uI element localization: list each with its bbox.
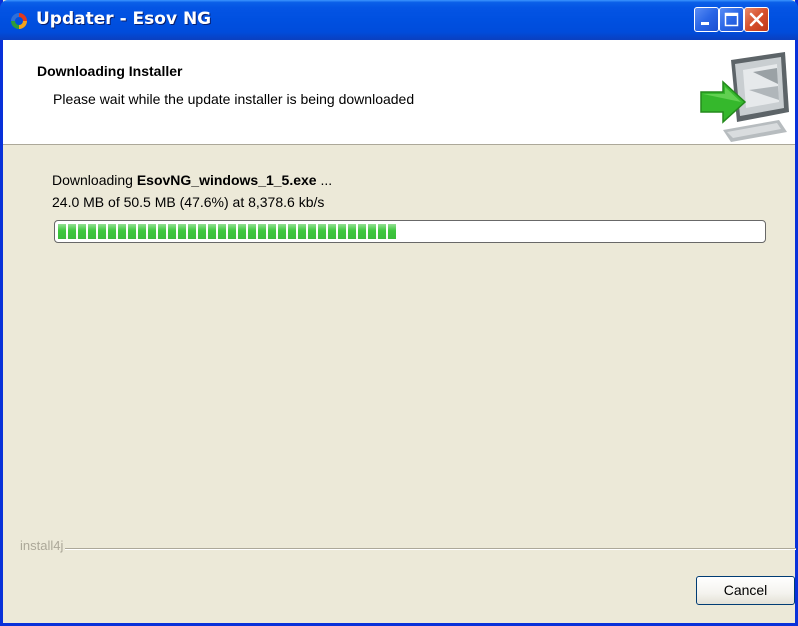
brand-label: install4j bbox=[20, 538, 64, 553]
close-button[interactable] bbox=[744, 7, 769, 32]
updater-window: Updater - Esov NG Downloading Installer … bbox=[0, 0, 798, 626]
download-suffix: ... bbox=[316, 172, 333, 188]
cancel-button[interactable]: Cancel bbox=[696, 576, 795, 605]
maximize-button[interactable] bbox=[719, 7, 744, 32]
footer-divider bbox=[65, 548, 796, 550]
download-filename: EsovNG_windows_1_5.exe bbox=[136, 172, 317, 188]
maximize-icon bbox=[724, 12, 739, 27]
download-filename-line: Downloading EsovNG_windows_1_5.exe ... bbox=[52, 172, 332, 188]
header-panel: Downloading Installer Please wait while … bbox=[3, 40, 795, 145]
header-title: Downloading Installer bbox=[37, 63, 183, 79]
minimize-button[interactable] bbox=[694, 7, 719, 32]
progress-bar bbox=[54, 220, 766, 243]
title-bar[interactable]: Updater - Esov NG bbox=[0, 0, 798, 40]
progress-fill bbox=[58, 224, 396, 239]
computer-download-icon bbox=[700, 52, 789, 142]
close-icon bbox=[749, 12, 764, 27]
window-title: Updater - Esov NG bbox=[36, 9, 212, 29]
header-subtitle: Please wait while the update installer i… bbox=[53, 91, 415, 107]
progress-status: 24.0 MB of 50.5 MB (47.6%) at 8,378.6 kb… bbox=[52, 194, 325, 210]
minimize-icon bbox=[701, 22, 709, 25]
download-prefix: Downloading bbox=[52, 172, 137, 188]
app-icon bbox=[9, 11, 29, 31]
